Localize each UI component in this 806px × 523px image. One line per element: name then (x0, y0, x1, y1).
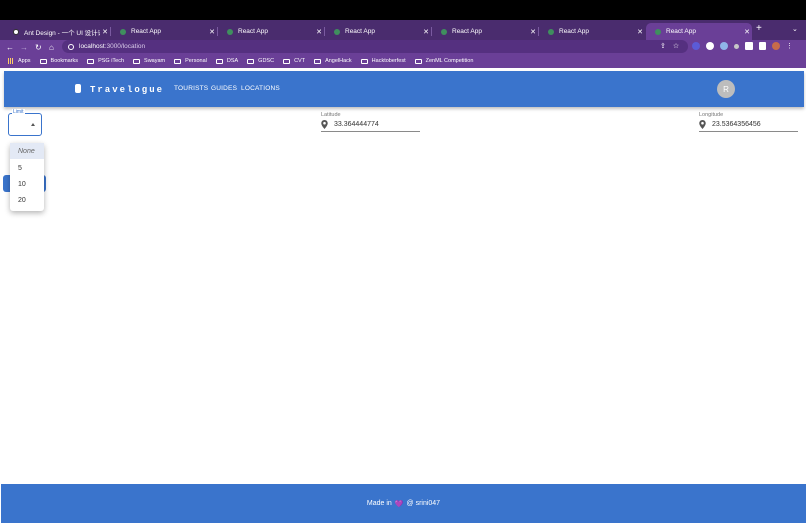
address-host: localhost (79, 43, 105, 50)
close-tab-icon[interactable]: ✕ (421, 28, 431, 36)
bookmark-folder[interactable]: ZenML Competition (414, 58, 473, 64)
limit-option-5[interactable]: 5 (10, 160, 44, 176)
limit-label: Limit (12, 109, 25, 115)
heart-icon: 💜 (394, 500, 404, 508)
close-tab-icon[interactable]: ✕ (100, 28, 110, 36)
home-icon[interactable]: ⌂ (49, 40, 54, 54)
travel-logo-icon (75, 84, 81, 93)
profile-avatar-icon[interactable] (772, 42, 780, 50)
share-icon[interactable]: ⇪ (660, 42, 666, 50)
limit-option-10[interactable]: 10 (10, 176, 44, 192)
footer: Made in 💜 @ srini047 (1, 484, 806, 523)
bookmark-folder[interactable]: Personal (174, 58, 207, 64)
extension-icon[interactable] (706, 42, 714, 50)
back-arrow-icon[interactable]: ← (6, 40, 14, 54)
bookmark-star-icon[interactable]: ☆ (673, 42, 679, 50)
limit-select[interactable] (8, 113, 42, 136)
close-tab-icon[interactable]: ✕ (635, 28, 645, 36)
bookmark-folder[interactable]: GDSC (247, 58, 274, 64)
folder-icon (133, 58, 141, 64)
react-favicon-icon (655, 28, 661, 35)
react-favicon-icon (441, 28, 447, 35)
folder-icon (360, 58, 368, 64)
close-tab-icon[interactable]: ✕ (207, 28, 217, 36)
bookmark-folder[interactable]: Hacktoberfest (360, 58, 406, 64)
address-bar[interactable]: localhost:3000/location (62, 40, 688, 53)
location-pin-icon (321, 120, 328, 129)
browser-tab[interactable]: React App ✕ (539, 23, 645, 40)
puzzle-extensions-icon[interactable] (745, 42, 753, 50)
footer-prefix: Made in (366, 500, 392, 507)
bookmark-apps[interactable]: Apps (8, 58, 31, 64)
bookmark-folder[interactable]: Swayam (133, 58, 165, 64)
extension-icon[interactable] (692, 42, 700, 50)
latitude-value: 33.364444774 (334, 121, 379, 128)
nav-locations[interactable]: LOCATIONS (241, 85, 280, 92)
bookmark-folder[interactable]: Bookmarks (39, 58, 78, 64)
limit-dropdown-menu: None 5 10 20 (10, 143, 44, 211)
longitude-field[interactable]: 23.5364356456 (699, 118, 798, 132)
extension-icon[interactable] (734, 43, 739, 49)
react-favicon-icon (227, 28, 233, 35)
bookmarks-bar: Apps Bookmarks PSG iTech Swayam Personal… (0, 54, 806, 68)
folder-icon (283, 58, 291, 64)
location-pin-icon (699, 120, 706, 129)
apps-grid-icon (8, 58, 14, 64)
tab-title: React App (666, 28, 696, 35)
extension-icon[interactable] (720, 42, 728, 50)
tab-title: React App (345, 28, 375, 35)
tab-search-chevron-icon[interactable]: ⌄ (792, 25, 798, 33)
latitude-field[interactable]: 33.364444774 (321, 118, 420, 132)
folder-icon (215, 58, 223, 64)
longitude-value: 23.5364356456 (712, 121, 761, 128)
nav-guides[interactable]: GUIDES (211, 85, 237, 92)
tab-title: React App (238, 28, 268, 35)
bookmark-folder[interactable]: AngelHack (314, 58, 352, 64)
tab-title: Ant Design - 一个 UI 设计语言 (24, 29, 100, 37)
browser-tab[interactable]: React App ✕ (432, 23, 539, 40)
ant-design-favicon-icon (13, 28, 19, 35)
browser-tab-active[interactable]: React App ✕ (646, 23, 752, 40)
folder-icon (247, 58, 255, 64)
folder-icon (87, 58, 95, 64)
limit-option-none[interactable]: None (10, 143, 44, 159)
forward-arrow-icon[interactable]: → (20, 40, 28, 54)
reload-icon[interactable]: ↻ (35, 40, 42, 54)
folder-icon (39, 58, 47, 64)
folder-icon (314, 58, 322, 64)
footer-author: @ srini047 (406, 500, 441, 507)
browser-tab[interactable]: React App ✕ (111, 23, 218, 40)
new-tab-icon[interactable]: + (756, 23, 762, 34)
folder-icon (174, 58, 182, 64)
bookmark-folder[interactable]: CVT (283, 58, 305, 64)
bookmark-folder[interactable]: DSA (215, 58, 238, 64)
caret-up-icon[interactable] (31, 123, 35, 126)
site-info-icon[interactable] (68, 43, 74, 50)
tab-title: React App (559, 28, 589, 35)
browser-tab-strip: Ant Design - 一个 UI 设计语言 ✕ React App ✕ Re… (0, 20, 806, 40)
browser-tab[interactable]: React App ✕ (218, 23, 325, 40)
browser-tab[interactable]: React App ✕ (325, 23, 432, 40)
nav-tourists[interactable]: TOURISTS (174, 85, 208, 92)
react-favicon-icon (334, 28, 340, 35)
folder-icon (414, 58, 422, 64)
brand-title[interactable]: Travelogue (90, 85, 164, 95)
bookmark-folder[interactable]: PSG iTech (87, 58, 124, 64)
close-tab-icon[interactable]: ✕ (528, 28, 538, 36)
tab-title: React App (131, 28, 161, 35)
react-favicon-icon (548, 28, 554, 35)
browser-tab[interactable]: Ant Design - 一个 UI 设计语言 ✕ (4, 23, 111, 40)
side-panel-icon[interactable] (759, 42, 766, 50)
limit-option-20[interactable]: 20 (10, 192, 44, 208)
close-tab-icon[interactable]: ✕ (314, 28, 324, 36)
app-header: Travelogue TOURISTS GUIDES LOCATIONS R (4, 71, 804, 107)
react-favicon-icon (120, 28, 126, 35)
address-path: :3000/location (104, 43, 146, 50)
tab-title: React App (452, 28, 482, 35)
browser-menu-icon[interactable]: ⋮ (786, 42, 793, 50)
avatar[interactable]: R (717, 80, 735, 98)
window-top-bar (0, 0, 806, 20)
close-tab-icon[interactable]: ✕ (742, 28, 752, 36)
